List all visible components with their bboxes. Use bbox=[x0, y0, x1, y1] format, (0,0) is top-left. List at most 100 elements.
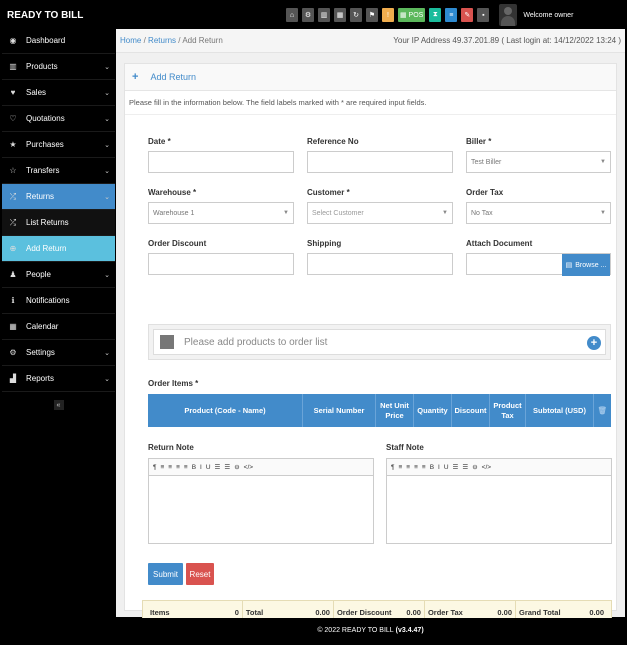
submit-button[interactable]: Submit bbox=[148, 563, 183, 585]
totals-value: 0.00 bbox=[315, 607, 330, 617]
sidebar-item-settings[interactable]: ⚙ Settings ⌄ bbox=[2, 340, 115, 366]
customer-select[interactable]: Select Customer ▼ bbox=[307, 202, 453, 224]
toolbar: ⌂ ⚙ ▥ ▦ ↻ ⚑! ▦ POS ⧗ ≡ ✎ ▪ bbox=[286, 8, 493, 22]
sidebar-item-products[interactable]: ▥ Products ⌄ bbox=[2, 54, 115, 80]
alert-icon[interactable]: ! bbox=[382, 8, 394, 22]
trash-icon: 🗑 bbox=[597, 405, 608, 415]
sidebar-item-label: Settings bbox=[26, 348, 55, 357]
editor-tool-button[interactable]: ≡ bbox=[161, 464, 165, 471]
order-items-label: Order Items * bbox=[148, 379, 199, 388]
breadcrumb-returns-link[interactable]: Returns bbox=[148, 36, 176, 45]
column-header-serial: Serial Number bbox=[303, 394, 376, 427]
order-tax-select[interactable]: No Tax ▼ bbox=[466, 202, 611, 224]
editor-tool-button[interactable]: U bbox=[444, 464, 449, 471]
editor-tool-button[interactable]: U bbox=[206, 464, 211, 471]
chevron-down-icon: ⌄ bbox=[104, 167, 110, 175]
return-note-editor[interactable]: ¶ ≡ ≡ ≡ ≡ B I U ☰ ☰ ⊖ </> bbox=[148, 458, 374, 544]
order-discount-input[interactable] bbox=[148, 253, 294, 275]
flag-icon[interactable]: ⚑ bbox=[366, 8, 378, 22]
editor-tool-button[interactable]: ≡ bbox=[184, 464, 188, 471]
chevron-down-icon: ⌄ bbox=[104, 89, 110, 97]
sidebar-item-returns[interactable]: ⤮ Returns ⌄ bbox=[2, 184, 115, 210]
list-icon[interactable]: ≡ bbox=[445, 8, 458, 22]
biller-value: Test Biller bbox=[471, 158, 502, 166]
warehouse-select[interactable]: Warehouse 1 ▼ bbox=[148, 202, 294, 224]
reset-button[interactable]: Reset bbox=[186, 563, 214, 585]
editor-tool-button[interactable]: I bbox=[438, 464, 440, 471]
warehouse-field-group: Warehouse * Warehouse 1 ▼ bbox=[148, 188, 294, 224]
collapse-sidebar-button[interactable]: « bbox=[53, 400, 64, 410]
sidebar-item-list-returns[interactable]: ⤮ List Returns bbox=[2, 210, 115, 236]
sidebar-item-purchases[interactable]: ★ Purchases ⌄ bbox=[2, 132, 115, 158]
user-menu[interactable]: Welcome owner bbox=[499, 4, 573, 26]
browse-button[interactable]: ▤ Browse ... bbox=[562, 254, 610, 276]
chevron-down-icon: ▼ bbox=[600, 210, 606, 216]
editor-tool-button[interactable]: ⊖ bbox=[472, 463, 477, 471]
add-return-panel: + Add Return Please fill in the informat… bbox=[124, 63, 617, 624]
product-search-input[interactable]: Please add products to order list + bbox=[153, 329, 606, 355]
staff-note-editor[interactable]: ¶ ≡ ≡ ≡ ≡ B I U ☰ ☰ ⊖ </> bbox=[386, 458, 612, 544]
welcome-text: Welcome owner bbox=[523, 11, 574, 19]
info-icon: ℹ bbox=[11, 296, 15, 305]
ip-info: Your IP Address 49.37.201.89 ( Last logi… bbox=[393, 36, 621, 45]
brand-logo[interactable]: READY TO BILL bbox=[2, 10, 122, 21]
editor-tool-button[interactable]: ☰ bbox=[453, 463, 459, 471]
chevron-down-icon: ▼ bbox=[283, 210, 289, 216]
calendar-icon[interactable]: ▦ bbox=[334, 8, 346, 22]
chevron-down-icon: ▼ bbox=[442, 210, 448, 216]
attach-document-input[interactable]: ▤ Browse ... bbox=[466, 253, 611, 276]
refresh-icon[interactable]: ↻ bbox=[350, 8, 362, 22]
editor-tool-button[interactable]: ≡ bbox=[176, 464, 180, 471]
sidebar-nav: ◉ Dashboard ▥ Products ⌄ ♥ Sales ⌄ ♡ Quotations ⌄ ★… bbox=[2, 28, 115, 392]
grid-icon[interactable]: ▪ bbox=[477, 8, 490, 22]
editor-tool-button[interactable]: ≡ bbox=[168, 464, 172, 471]
sidebar-item-label: List Returns bbox=[26, 218, 69, 227]
eraser-icon[interactable]: ✎ bbox=[461, 8, 474, 22]
editor-tool-button[interactable]: ¶ bbox=[391, 464, 395, 471]
editor-tool-button[interactable]: ☰ bbox=[215, 463, 221, 471]
sidebar-item-reports[interactable]: ▟ Reports ⌄ bbox=[2, 366, 115, 392]
bar-chart-icon: ▟ bbox=[9, 374, 17, 383]
warehouse-label: Warehouse * bbox=[148, 188, 197, 197]
editor-tool-button[interactable]: ≡ bbox=[406, 464, 410, 471]
sidebar-item-sales[interactable]: ♥ Sales ⌄ bbox=[2, 80, 115, 106]
sidebar-item-transfers[interactable]: ☆ Transfers ⌄ bbox=[2, 158, 115, 184]
add-product-button[interactable]: + bbox=[587, 336, 601, 350]
sidebar-item-notifications[interactable]: ℹ Notifications bbox=[2, 288, 115, 314]
shipping-input[interactable] bbox=[307, 253, 453, 275]
home-icon[interactable]: ⌂ bbox=[286, 8, 298, 22]
hourglass-icon[interactable]: ⧗ bbox=[429, 8, 442, 22]
breadcrumb-current: Add Return bbox=[182, 36, 223, 45]
sidebar-item-label: Dashboard bbox=[26, 36, 66, 45]
sidebar-item-add-return[interactable]: ⊕ Add Return bbox=[2, 236, 115, 262]
sidebar-item-dashboard[interactable]: ◉ Dashboard bbox=[2, 28, 115, 54]
plus-circle-icon: ⊕ bbox=[9, 244, 17, 253]
warehouse-value: Warehouse 1 bbox=[153, 209, 195, 217]
biller-select[interactable]: Test Biller ▼ bbox=[466, 151, 611, 173]
editor-tool-button[interactable]: ≡ bbox=[399, 464, 403, 471]
editor-tool-button[interactable]: ¶ bbox=[153, 464, 157, 471]
editor-tool-button[interactable]: ≡ bbox=[422, 464, 426, 471]
sidebar-item-people[interactable]: ♟ People ⌄ bbox=[2, 262, 115, 288]
editor-tool-button[interactable]: </> bbox=[244, 464, 253, 471]
editor-tool-button[interactable]: ≡ bbox=[414, 464, 418, 471]
date-input[interactable] bbox=[148, 151, 294, 173]
totals-value: 0.00 bbox=[497, 607, 512, 617]
totals-label: Order Discount bbox=[336, 607, 392, 617]
editor-tool-button[interactable]: ☰ bbox=[462, 463, 468, 471]
sidebar-item-quotations[interactable]: ♡ Quotations ⌄ bbox=[2, 106, 115, 132]
editor-tool-button[interactable]: ⊖ bbox=[234, 463, 239, 471]
reference-input[interactable] bbox=[307, 151, 453, 173]
editor-tool-button[interactable]: B bbox=[192, 464, 196, 471]
breadcrumb-home-link[interactable]: Home bbox=[120, 36, 141, 45]
editor-tool-button[interactable]: B bbox=[430, 464, 434, 471]
shipping-label: Shipping bbox=[307, 239, 342, 248]
editor-tool-button[interactable]: </> bbox=[482, 464, 491, 471]
editor-tool-button[interactable]: I bbox=[200, 464, 202, 471]
customer-field-group: Customer * Select Customer ▼ bbox=[307, 188, 453, 224]
cogs-icon[interactable]: ⚙ bbox=[302, 8, 314, 22]
pos-icon[interactable]: ▦ POS bbox=[398, 8, 426, 22]
sidebar-item-calendar[interactable]: ▦ Calendar bbox=[2, 314, 115, 340]
barcode-icon[interactable]: ▥ bbox=[318, 8, 330, 22]
editor-tool-button[interactable]: ☰ bbox=[224, 463, 230, 471]
